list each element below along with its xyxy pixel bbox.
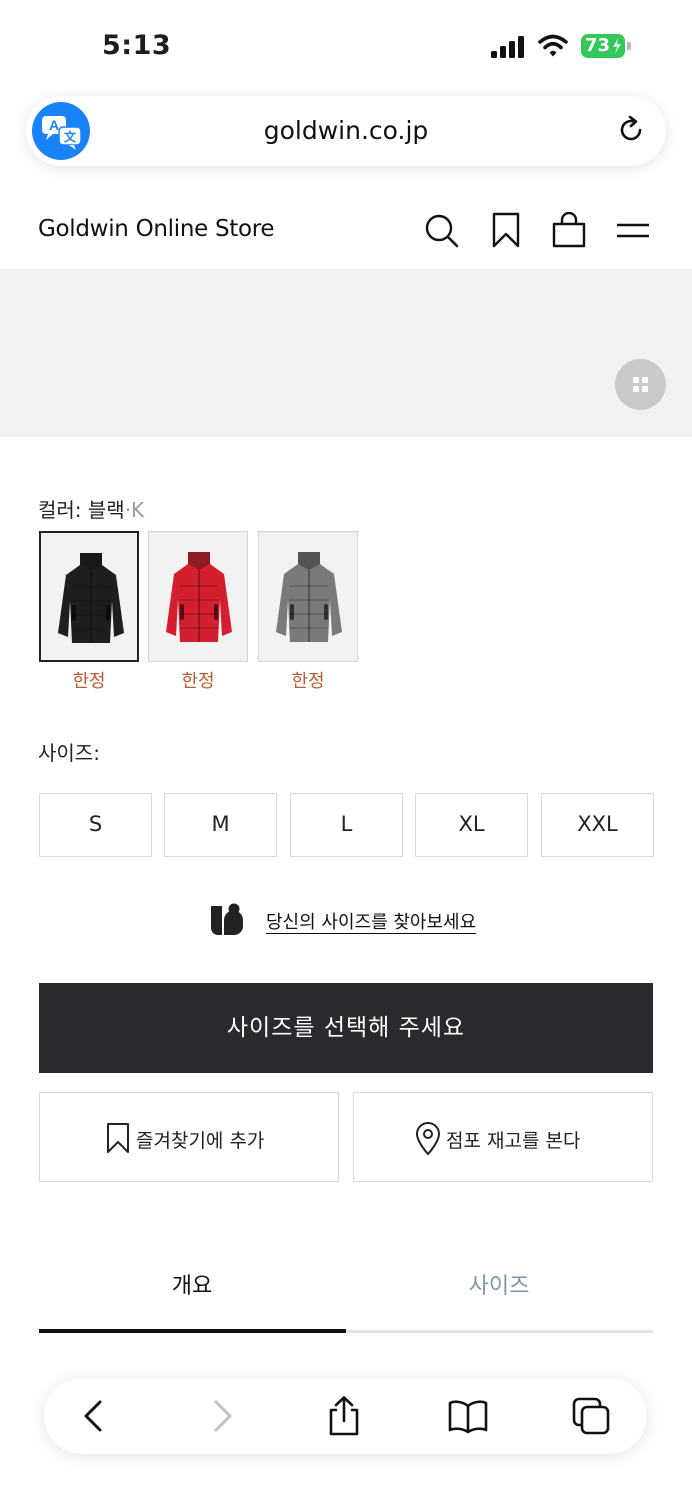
search-icon[interactable] — [423, 212, 459, 248]
select-size-button[interactable]: 사이즈를 선택해 주세요 — [39, 983, 653, 1073]
limited-tag: 한정 — [72, 671, 106, 692]
color-name: 컬러: 블랙 — [38, 498, 125, 522]
cellular-signal-icon — [491, 36, 524, 58]
url-text[interactable]: goldwin.co.jp — [26, 116, 666, 145]
browser-toolbar — [44, 1378, 647, 1454]
size-option-xxl[interactable]: XXL — [541, 793, 654, 857]
battery-percent: 73 — [585, 35, 611, 56]
address-bar[interactable]: A 文 goldwin.co.jp — [26, 96, 666, 166]
battery-tip — [627, 42, 631, 50]
size-finder-logo-icon — [211, 903, 243, 935]
location-pin-icon — [415, 1122, 441, 1156]
forward-icon[interactable] — [202, 1396, 242, 1436]
tab-size[interactable]: 사이즈 — [346, 1268, 652, 1300]
charging-bolt-icon — [613, 38, 621, 54]
gallery-view-button[interactable] — [615, 359, 666, 410]
status-bar: 5:13 73 — [0, 0, 692, 92]
color-swatch-1[interactable] — [39, 531, 139, 662]
status-time: 5:13 — [102, 30, 172, 61]
tabs-icon[interactable] — [571, 1396, 611, 1436]
size-option-l[interactable]: L — [290, 793, 403, 857]
back-icon[interactable] — [74, 1396, 114, 1436]
bookmarks-book-icon[interactable] — [448, 1396, 488, 1436]
bookmark-outline-icon — [107, 1123, 129, 1153]
color-swatch-2[interactable] — [148, 531, 248, 662]
product-image-area[interactable] — [0, 269, 692, 437]
active-tab-indicator — [39, 1329, 346, 1333]
size-option-m[interactable]: M — [164, 793, 277, 857]
color-swatch-3[interactable] — [258, 531, 358, 662]
reload-icon[interactable] — [616, 115, 646, 145]
jacket-thumbnail-icon — [58, 553, 124, 643]
store-stock-button[interactable]: 점포 재고를 본다 — [353, 1092, 653, 1182]
store-title[interactable]: Goldwin Online Store — [38, 216, 275, 242]
find-size-text[interactable]: 당신의 사이즈를 찾아보세요 — [266, 908, 476, 934]
store-stock-label: 점포 재고를 본다 — [446, 1130, 581, 1152]
shopping-bag-icon[interactable] — [551, 212, 587, 248]
grid-icon — [633, 377, 648, 392]
size-option-xl[interactable]: XL — [415, 793, 528, 857]
menu-icon[interactable] — [615, 212, 651, 248]
share-icon[interactable] — [324, 1396, 364, 1436]
jacket-thumbnail-icon — [276, 552, 342, 642]
size-label: 사이즈: — [38, 741, 100, 765]
add-to-favorites-button[interactable]: 즐겨찾기에 추가 — [39, 1092, 339, 1182]
site-header: Goldwin Online Store — [0, 190, 692, 270]
battery-indicator: 73 — [581, 34, 631, 58]
tab-overview[interactable]: 개요 — [39, 1268, 345, 1300]
add-to-favorites-label: 즐겨찾기에 추가 — [136, 1130, 265, 1152]
limited-tag: 한정 — [291, 671, 325, 692]
battery-level: 73 — [581, 34, 625, 58]
bookmark-icon[interactable] — [488, 212, 524, 248]
limited-tag: 한정 — [181, 671, 215, 692]
color-code: ·K — [124, 498, 145, 522]
wifi-icon — [538, 34, 568, 57]
color-label: 컬러: 블랙·K — [38, 494, 144, 523]
size-option-s[interactable]: S — [39, 793, 152, 857]
jacket-thumbnail-icon — [166, 552, 232, 642]
